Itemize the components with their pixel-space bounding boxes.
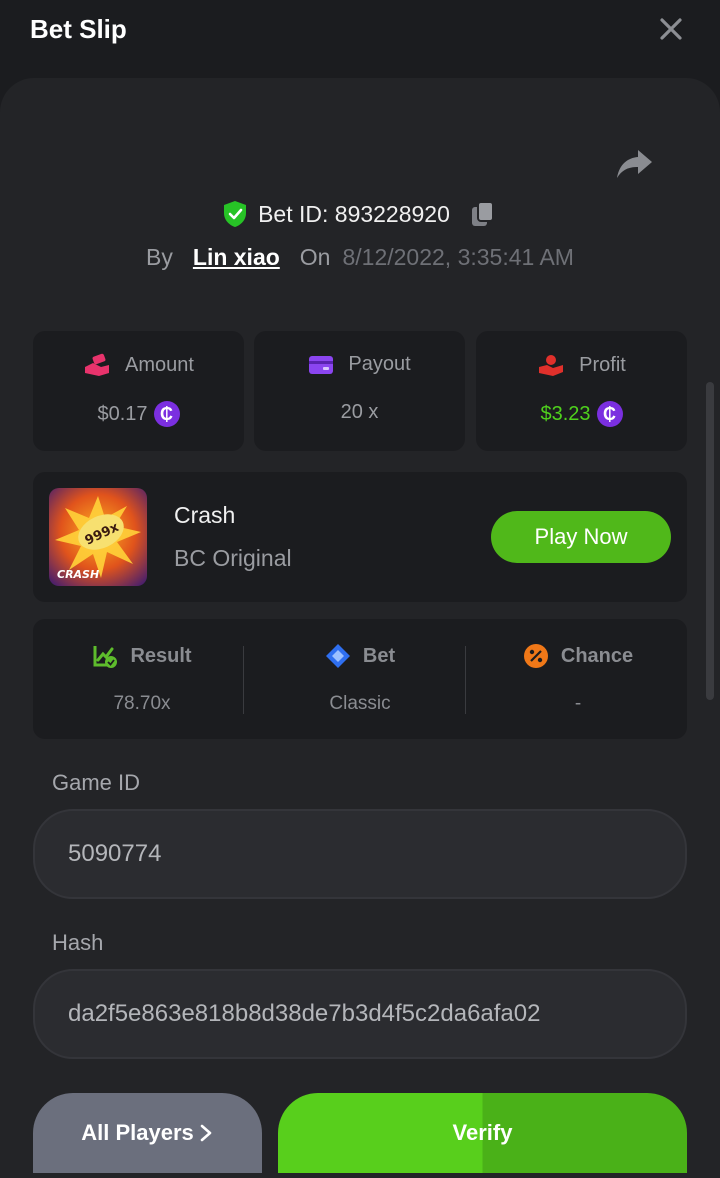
scrollbar[interactable] <box>706 382 714 700</box>
on-label: On <box>299 243 331 270</box>
game-thumbnail[interactable]: 999x CRASH <box>49 488 147 586</box>
divider <box>465 646 466 714</box>
game-name[interactable]: Crash <box>174 502 235 529</box>
game-provider: BC Original <box>174 545 292 571</box>
bet-id-row: Bet ID: 893228920 <box>0 196 720 232</box>
hash-label: Hash <box>52 930 104 955</box>
amount-value: $0.17 <box>97 402 148 425</box>
game-thumb-label: CRASH <box>57 568 99 581</box>
bet-byline: By Lin xiao On 8/12/2022, 3:35:41 AM <box>0 240 720 274</box>
play-now-button[interactable]: Play Now <box>491 511 671 563</box>
profit-value: $3.23 <box>540 402 591 425</box>
user-link[interactable]: Lin xiao <box>193 244 280 271</box>
bet-datetime: 8/12/2022, 3:35:41 AM <box>342 243 574 270</box>
bet-value: Classic <box>329 693 391 714</box>
bet-label: Bet <box>362 644 396 667</box>
card-icon <box>309 355 334 374</box>
by-label: By <box>146 243 173 270</box>
coin-icon: ₵ <box>596 401 623 427</box>
payout-label: Payout <box>348 353 411 375</box>
all-players-button[interactable]: All Players <box>33 1093 262 1173</box>
divider <box>243 646 244 714</box>
chance-label: Chance <box>560 644 634 667</box>
profit-card: Profit $3.23 ₵ <box>476 331 687 451</box>
page-title: Bet Slip <box>30 14 127 44</box>
profit-label: Profit <box>579 353 626 376</box>
result-value: 78.70x <box>113 693 171 714</box>
bet-column: Bet Classic <box>251 619 469 739</box>
chevron-right-icon <box>200 1124 212 1142</box>
game-id-label: Game ID <box>52 770 141 795</box>
result-label: Result <box>130 644 192 667</box>
ticket-icon <box>325 644 350 668</box>
percent-icon <box>523 644 548 668</box>
coin-icon: ₵ <box>153 401 180 427</box>
payout-card: Payout 20 x <box>254 331 465 451</box>
all-players-label: All Players <box>81 1120 194 1145</box>
chart-check-icon <box>93 646 118 668</box>
share-icon[interactable] <box>614 146 654 182</box>
money-hand-icon <box>85 353 110 376</box>
hash-field[interactable]: da2f5e863e818b8d38de7b3d4f5c2da6afa02 <box>33 969 687 1059</box>
verified-shield-icon <box>224 201 247 227</box>
crash-game-art-icon: 999x CRASH <box>49 488 147 586</box>
payout-value: 20 x <box>340 401 379 423</box>
game-card: 999x CRASH Crash BC Original Play Now <box>33 472 687 602</box>
chance-value: - <box>574 693 582 714</box>
verify-button[interactable]: Verify <box>278 1093 687 1173</box>
result-column: Result 78.70x <box>33 619 251 739</box>
profit-hand-icon <box>539 355 564 376</box>
result-info-card: Result 78.70x Bet Classic Chance - <box>33 619 687 739</box>
amount-label: Amount <box>125 353 194 376</box>
bet-id: Bet ID: 893228920 <box>258 200 450 227</box>
amount-card: Amount $0.17 ₵ <box>33 331 244 451</box>
game-id-field[interactable]: 5090774 <box>33 809 687 899</box>
close-icon[interactable] <box>656 14 686 44</box>
header: Bet Slip <box>0 0 720 62</box>
copy-icon[interactable] <box>468 199 498 229</box>
chance-column: Chance - <box>469 619 687 739</box>
